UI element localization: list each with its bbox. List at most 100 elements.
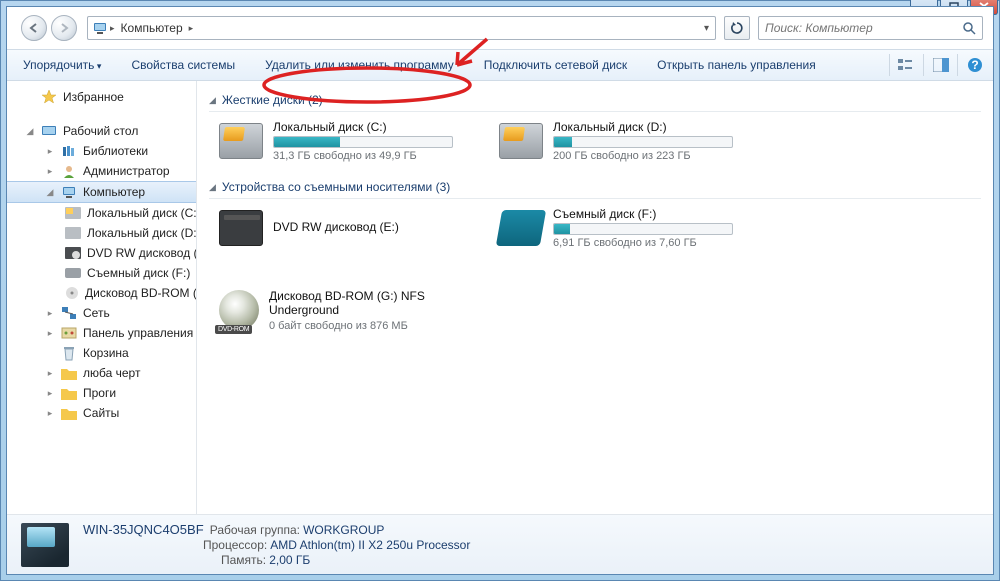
sidebar-item-label: Компьютер: [83, 185, 145, 199]
drive-item-d[interactable]: Локальный диск (D:) 200 ГБ свободно из 2…: [499, 120, 739, 162]
sidebar-drive-c[interactable]: Локальный диск (C:): [7, 203, 196, 223]
details-name: WIN-35JQNC4O5BF: [83, 522, 204, 537]
nav-back-button[interactable]: [21, 15, 47, 41]
refresh-button[interactable]: [724, 16, 750, 40]
breadcrumb-segment[interactable]: Компьютер: [117, 21, 187, 35]
drive-subtext: 6,91 ГБ свободно из 7,60 ГБ: [553, 237, 739, 249]
nav-forward-button[interactable]: [51, 15, 77, 41]
details-workgroup-label: Рабочая группа:: [210, 523, 300, 537]
sidebar-item-label: Локальный диск (D:): [87, 226, 197, 240]
details-mem: 2,00 ГБ: [269, 553, 310, 567]
sidebar-drive-dvd[interactable]: DVD RW дисковод (E:): [7, 243, 196, 263]
sidebar-item-control-panel[interactable]: ▸ Панель управления: [7, 323, 196, 343]
expand-icon[interactable]: ▸: [45, 408, 55, 419]
usb-icon: [65, 265, 81, 281]
collapse-icon[interactable]: ◢: [25, 126, 35, 137]
sidebar-item-label: Администратор: [83, 164, 170, 178]
hdd-icon: [65, 225, 81, 241]
computer-icon: [61, 184, 77, 200]
sidebar-item-libraries[interactable]: ▸ Библиотеки: [7, 141, 196, 161]
command-bar: Упорядочить Свойства системы Удалить или…: [7, 49, 993, 81]
capacity-bar: [553, 223, 733, 235]
folder-icon: [61, 405, 77, 421]
disc-icon: [65, 285, 79, 301]
sidebar-item-computer[interactable]: ◢ Компьютер: [7, 181, 196, 203]
help-button[interactable]: ?: [957, 54, 983, 76]
sidebar-item-label: Корзина: [83, 346, 129, 360]
collapse-icon[interactable]: ◢: [45, 187, 55, 198]
details-workgroup: WORKGROUP: [303, 523, 384, 537]
star-icon: [41, 89, 57, 105]
expand-icon[interactable]: ▸: [45, 388, 55, 399]
drive-item-c[interactable]: Локальный диск (C:) 31,3 ГБ свободно из …: [219, 120, 459, 162]
sidebar-item-label: Локальный диск (C:): [87, 206, 197, 220]
sidebar-drive-bd[interactable]: Дисковод BD-ROM (G:): [7, 283, 196, 303]
collapse-icon: ◢: [209, 182, 216, 193]
expand-icon[interactable]: ▸: [45, 368, 55, 379]
usb-drive-icon: [496, 210, 546, 246]
sidebar-item-folder-user1[interactable]: ▸ люба черт: [7, 363, 196, 383]
search-input[interactable]: [765, 21, 962, 35]
libraries-icon: [61, 143, 77, 159]
expand-icon[interactable]: ▸: [45, 328, 55, 339]
svg-text:?: ?: [971, 58, 978, 72]
search-icon: [962, 21, 976, 35]
uninstall-programs-button[interactable]: Удалить или изменить программу: [259, 54, 460, 76]
search-box[interactable]: [758, 16, 983, 40]
address-bar[interactable]: ▸ Компьютер ▸ ▾: [87, 16, 716, 40]
collapse-icon: ◢: [209, 95, 216, 106]
user-icon: [61, 163, 77, 179]
view-options-button[interactable]: [889, 54, 915, 76]
folder-icon: [61, 385, 77, 401]
organize-menu[interactable]: Упорядочить: [17, 54, 107, 76]
drive-item-dvd[interactable]: DVD RW дисковод (E:): [219, 207, 459, 249]
sidebar-item-label: Проги: [83, 386, 116, 400]
dvd-icon: [65, 245, 81, 261]
sidebar-item-folder-user3[interactable]: ▸ Сайты: [7, 403, 196, 423]
sidebar-drive-f[interactable]: Съемный диск (F:): [7, 263, 196, 283]
drive-item-bd[interactable]: Дисковод BD-ROM (G:) NFS Underground 0 б…: [219, 289, 469, 332]
control-panel-icon: [61, 325, 77, 341]
drive-item-f[interactable]: Съемный диск (F:) 6,91 ГБ свободно из 7,…: [499, 207, 739, 249]
drive-name: Дисковод BD-ROM (G:) NFS Underground: [269, 289, 469, 320]
sidebar-item-admin[interactable]: ▸ Администратор: [7, 161, 196, 181]
details-cpu-label: Процессор:: [203, 538, 267, 552]
sidebar-item-label: Сеть: [83, 306, 110, 320]
sidebar-item-network[interactable]: ▸ Сеть: [7, 303, 196, 323]
sidebar-item-label: Библиотеки: [83, 144, 148, 158]
sidebar-item-recycle-bin[interactable]: Корзина: [7, 343, 196, 363]
sidebar-item-label: Панель управления: [83, 326, 193, 340]
drive-subtext: 0 байт свободно из 876 МБ: [269, 320, 469, 332]
sidebar-item-label: DVD RW дисковод (E:): [87, 246, 197, 260]
group-label: Устройства со съемными носителями (3): [222, 180, 450, 194]
capacity-bar: [553, 136, 733, 148]
sidebar-drive-d[interactable]: Локальный диск (D:): [7, 223, 196, 243]
sidebar-item-desktop[interactable]: ◢ Рабочий стол: [7, 121, 196, 141]
drive-name: DVD RW дисковод (E:): [273, 220, 459, 236]
history-dropdown-icon[interactable]: ▾: [702, 23, 711, 34]
drive-subtext: 200 ГБ свободно из 223 ГБ: [553, 150, 739, 162]
sidebar-item-favorites[interactable]: Избранное: [7, 87, 196, 107]
breadcrumb-arrow-icon: ▸: [108, 23, 117, 34]
open-control-panel-button[interactable]: Открыть панель управления: [651, 54, 822, 76]
sidebar-item-label: Дисковод BD-ROM (G:): [85, 286, 197, 300]
expand-icon[interactable]: ▸: [45, 308, 55, 319]
computer-icon: [92, 20, 108, 36]
drive-name: Локальный диск (D:): [553, 120, 739, 136]
content-pane: ◢ Жесткие диски (2) Локальный диск (C:) …: [197, 81, 993, 514]
drive-name: Съемный диск (F:): [553, 207, 739, 223]
bd-rom-icon: [219, 290, 259, 330]
preview-pane-button[interactable]: [923, 54, 949, 76]
expand-icon[interactable]: ▸: [45, 146, 55, 157]
drive-name: Локальный диск (C:): [273, 120, 459, 136]
recycle-bin-icon: [61, 345, 77, 361]
sidebar-item-label: люба черт: [83, 366, 140, 380]
map-network-drive-button[interactable]: Подключить сетевой диск: [478, 54, 633, 76]
system-properties-button[interactable]: Свойства системы: [125, 54, 241, 76]
breadcrumb-arrow-icon: ▸: [187, 23, 196, 34]
sidebar-item-label: Сайты: [83, 406, 119, 420]
expand-icon[interactable]: ▸: [45, 166, 55, 177]
hdd-icon: [219, 123, 263, 159]
sidebar-item-folder-user2[interactable]: ▸ Проги: [7, 383, 196, 403]
hdd-icon: [65, 205, 81, 221]
